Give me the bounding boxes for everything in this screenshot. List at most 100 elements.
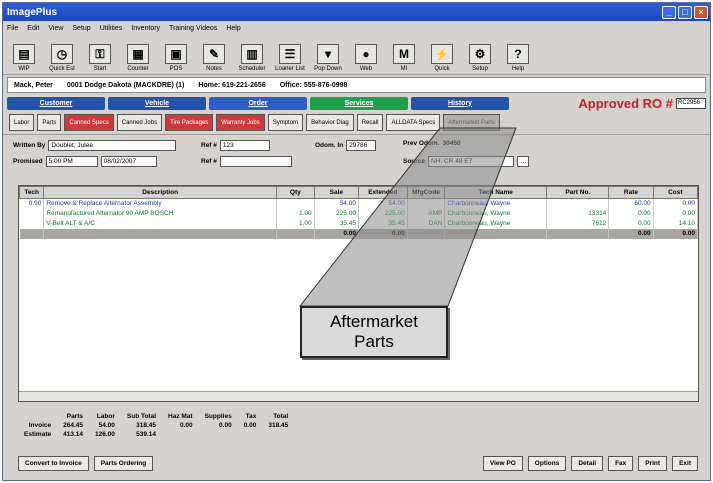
tab-customer[interactable]: Customer (7, 96, 105, 110)
toolbar-mi-button[interactable]: M MI (387, 36, 421, 72)
toolbar-quick-est-button[interactable]: ◷ Quick Est (45, 36, 79, 72)
minimize-button[interactable]: _ (662, 5, 676, 19)
totals-header: Supplies (204, 413, 232, 420)
menu-file[interactable]: File (7, 25, 18, 32)
column-header-rate[interactable]: Rate (608, 186, 654, 199)
notes-icon: ✎ (203, 44, 225, 64)
totals-cell: 413.14 (63, 431, 83, 438)
aftermarket-parts-button[interactable]: Aftermarket Parts (443, 114, 500, 131)
toolbar-start-button[interactable]: ⚿ Start (83, 36, 117, 72)
totals-cell: 264.45 (63, 422, 83, 429)
column-header-extended[interactable]: Extended (357, 186, 408, 199)
toolbar-pop-down-button[interactable]: ▾ Pop Down (311, 36, 345, 72)
column-header-part-no[interactable]: Part No. (546, 186, 610, 199)
table-cell: 1.00 (276, 208, 315, 219)
promised-date-input[interactable]: 08/02/2007 (100, 156, 157, 167)
column-header-mfgcode[interactable]: MfgCode (406, 186, 446, 199)
toolbar-help-button[interactable]: ? Help (501, 36, 535, 72)
canned-specs-button[interactable]: Canned Specs (64, 114, 114, 131)
tab-order[interactable]: Order (209, 96, 307, 110)
written-by-label: Written By (13, 142, 46, 149)
tab-services[interactable]: Services (310, 96, 408, 110)
column-header-tech-name[interactable]: Tech Name (444, 186, 548, 199)
menu-help[interactable]: Help (226, 25, 240, 32)
symptom-button[interactable]: Symptom (267, 114, 304, 131)
close-button[interactable]: × (694, 5, 708, 19)
toolbar-loaner-list-button[interactable]: ☰ Loaner List (273, 36, 307, 72)
source-select[interactable]: NH: CR 48 E7 (428, 156, 515, 167)
table-row[interactable]: V-Belt ALT & A/C 1.00 35.45 35.45 DAN Charbon… (19, 218, 699, 229)
warranty-jobs-button[interactable]: Warranty Jobs (216, 114, 265, 131)
source-label: Source (403, 158, 426, 165)
labor-button[interactable]: Labor (9, 114, 35, 131)
menu-utilities[interactable]: Utilities (100, 25, 123, 32)
totals-header: Haz Mat (168, 413, 193, 420)
totals-header: Tax (245, 413, 257, 420)
behavior-diag-button[interactable]: Behavior Diag (306, 114, 354, 131)
column-header-sale[interactable]: Sale (313, 186, 359, 199)
totals-cell: Invoice (28, 422, 52, 429)
help-icon: ? (507, 44, 529, 64)
office-phone: Office: 555-876-0998 (279, 81, 348, 89)
column-header-qty[interactable]: Qty (276, 186, 315, 199)
canned-jobs-button[interactable]: Canned Jobs (116, 114, 163, 131)
column-header-tech[interactable]: Tech (18, 186, 45, 199)
totals-header: Labor (96, 413, 115, 420)
table-row[interactable]: 0.90 Remove & Replace Alternator Assembly… (19, 198, 699, 209)
table-row[interactable]: Remanufactured Alternator 90 AMP BOSCH 1.… (19, 208, 699, 219)
menu-inventory[interactable]: Inventory (131, 25, 160, 32)
print-button[interactable]: Print (638, 455, 668, 471)
total-cell (546, 228, 610, 239)
convert-to-invoice-button[interactable]: Convert to Invoice (18, 455, 89, 471)
column-header-cost[interactable]: Cost (652, 186, 699, 199)
horizontal-scrollbar[interactable] (19, 391, 698, 401)
toolbar-label: MI (400, 66, 408, 72)
parts-ordering-button[interactable]: Parts Ordering (93, 455, 154, 471)
toolbar-web-button[interactable]: ● Web (349, 36, 383, 72)
parts-button[interactable]: Parts (37, 114, 62, 131)
toolbar-label: Web (359, 66, 373, 72)
total-cell (407, 228, 446, 239)
toolbar-scheduler-button[interactable]: ▥ Scheduler (235, 36, 269, 72)
source-lookup-button[interactable]: … (517, 156, 530, 167)
recall-button[interactable]: Recall (356, 114, 384, 131)
customer-info-bar: Mack, Peter 0001 Dodge Dakota (MACKDRE) … (7, 77, 706, 93)
toolbar-counter-button[interactable]: ▦ Counter (121, 36, 155, 72)
quick-icon: ⚡ (431, 44, 453, 64)
menu-edit[interactable]: Edit (27, 25, 39, 32)
table-cell (19, 218, 45, 229)
promised-time-input[interactable]: 5:00 PM (45, 156, 98, 167)
toolbar-label: Quick (434, 66, 450, 72)
exit-button[interactable]: Exit (672, 455, 698, 471)
detail-button[interactable]: Detail (571, 455, 604, 471)
toolbar-quick-button[interactable]: ⚡ Quick (425, 36, 459, 72)
ro-label: Approved RO # (578, 95, 673, 111)
table-cell: 1.00 (276, 218, 315, 229)
ref1-input[interactable]: 123 (219, 140, 270, 151)
toolbar-notes-button[interactable]: ✎ Notes (197, 36, 231, 72)
ref2-input[interactable] (219, 156, 292, 167)
view-po-button[interactable]: View PO (482, 455, 523, 471)
menu-training-videos[interactable]: Training Videos (169, 25, 217, 32)
table-cell: DAN (407, 218, 446, 229)
order-grid[interactable]: Tech Description Qty Sale Extended MfgCode Tec… (18, 185, 699, 402)
tab-history[interactable]: History (411, 96, 509, 110)
menu-setup[interactable]: Setup (72, 25, 90, 32)
table-cell: 0.00 (608, 208, 654, 219)
toolbar-wip-button[interactable]: ▤ WIP (7, 36, 41, 72)
tire-packages-button[interactable]: Tire Packages (165, 114, 214, 131)
written-by-select[interactable]: Doublet, Julee (48, 140, 177, 151)
odom-input[interactable]: 29786 (346, 140, 377, 151)
fax-button[interactable]: Fax (608, 455, 634, 471)
totals-cell: 318.45 (268, 422, 289, 429)
toolbar-setup-button[interactable]: ⚙ Setup (463, 36, 497, 72)
maximize-button[interactable]: □ (678, 5, 692, 19)
alldata-specs-button[interactable]: ALLDATA Specs (386, 114, 441, 131)
total-row: 0.00 0.00 0.00 0.00 (19, 228, 699, 239)
toolbar-pos-button[interactable]: ▣ POS (159, 36, 193, 72)
menu-view[interactable]: View (48, 25, 63, 32)
column-header-description[interactable]: Description (43, 186, 277, 199)
tab-vehicle[interactable]: Vehicle (108, 96, 206, 110)
options-button[interactable]: Options (527, 455, 567, 471)
toolbar-label: Notes (206, 66, 222, 72)
